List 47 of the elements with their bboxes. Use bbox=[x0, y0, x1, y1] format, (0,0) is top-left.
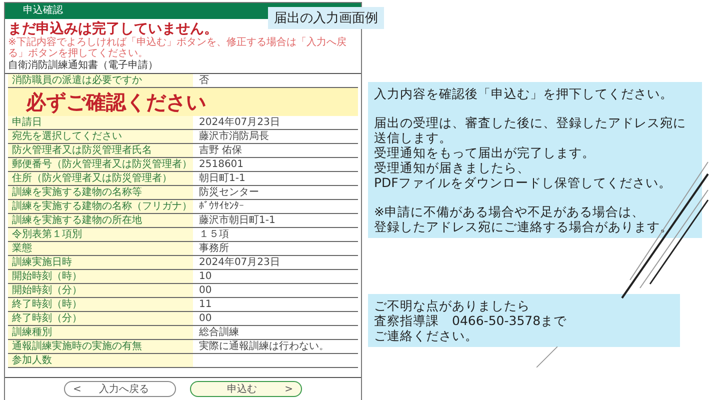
field-label: 訓練を実施する建物の名称（フリガナ） bbox=[8, 200, 193, 213]
field-label: 郵便番号（防火管理者又は防災管理者） bbox=[8, 158, 193, 171]
field-label: 業態 bbox=[8, 242, 193, 255]
field-label: 通報訓練実施時の実施の有無 bbox=[8, 340, 193, 353]
form-note: ※下記内容でよろしければ「申込む」ボタンを、修正する場合は「入力へ戻る」ボタンを押してください。 bbox=[7, 37, 348, 59]
field-value: ﾎﾞｳｻｲｾﾝﾀｰ bbox=[198, 200, 245, 213]
field-value: 00 bbox=[198, 312, 213, 325]
confirm-banner: 必ずご確認ください bbox=[8, 88, 358, 116]
field-value: 2518601 bbox=[198, 158, 245, 171]
field-value: 藤沢市朝日町1-1 bbox=[198, 214, 276, 227]
info-paragraph: 入力内容を確認後「申込む」を押下してください。 bbox=[374, 86, 674, 101]
field-value: 事務所 bbox=[198, 242, 230, 255]
field-label: 訓練を実施する建物の所在地 bbox=[8, 214, 193, 227]
field-label: 訓練種別 bbox=[8, 326, 193, 339]
field-value: 藤沢市消防局長 bbox=[198, 130, 270, 143]
field-label: 令別表第１項別 bbox=[8, 228, 193, 241]
field-value: 11 bbox=[198, 298, 213, 311]
field-value: 総合訓練 bbox=[198, 326, 240, 339]
field-label: 終了時刻（分） bbox=[8, 312, 193, 325]
form-title: まだ申込みは完了していません。 bbox=[7, 20, 219, 37]
field-label: 宛先を選択してください bbox=[8, 130, 193, 143]
field-value: １５項 bbox=[198, 228, 230, 241]
field-label: 参加人数 bbox=[8, 354, 193, 367]
field-value: 吉野 佑保 bbox=[198, 144, 244, 157]
slide-caption: 届出の入力画面例 bbox=[268, 7, 384, 29]
field-label: 訓練を実施する建物の名称等 bbox=[8, 186, 193, 199]
field-label: 防火管理者又は防災管理者氏名 bbox=[8, 144, 193, 157]
field-value: 10 bbox=[198, 270, 213, 283]
field-label: 終了時刻（時） bbox=[8, 298, 193, 311]
field-label: 申請日 bbox=[8, 116, 193, 129]
field-value: 朝日町1-1 bbox=[198, 172, 246, 185]
field-value: 防災センター bbox=[198, 186, 260, 199]
field-value: 否 bbox=[198, 74, 210, 87]
field-label: 消防職員の派遣は必要ですか bbox=[8, 74, 193, 87]
field-value: 2024年07月23日 bbox=[198, 256, 281, 269]
info-paragraph: ご不明な点がありましたら 査察指導課 0466-50-3578まで ご連絡ください。 bbox=[374, 298, 568, 343]
field-value: 実際に通報訓練は行わない。 bbox=[198, 340, 330, 353]
field-value: 2024年07月23日 bbox=[198, 116, 281, 129]
field-label: 開始時刻（時） bbox=[8, 270, 193, 283]
field-value: 00 bbox=[198, 284, 213, 297]
back-button[interactable]: < 入力へ戻る bbox=[64, 381, 176, 397]
field-label: 訓練実施日時 bbox=[8, 256, 193, 269]
diagonal-line-drawing bbox=[535, 345, 559, 369]
field-label: 住所（防火管理者又は防災管理者） bbox=[8, 172, 193, 185]
field-label: 開始時刻（分） bbox=[8, 284, 193, 297]
info-paragraph: 届出の受理は、審査した後に、登録したアドレス宛に送信します。 受理通知をもって届出が完了します。 受理通知が届きましたら、 PDFファイルをダウンロードし保管してください。 bbox=[374, 115, 687, 190]
submit-button[interactable]: 申込む > bbox=[190, 381, 302, 397]
